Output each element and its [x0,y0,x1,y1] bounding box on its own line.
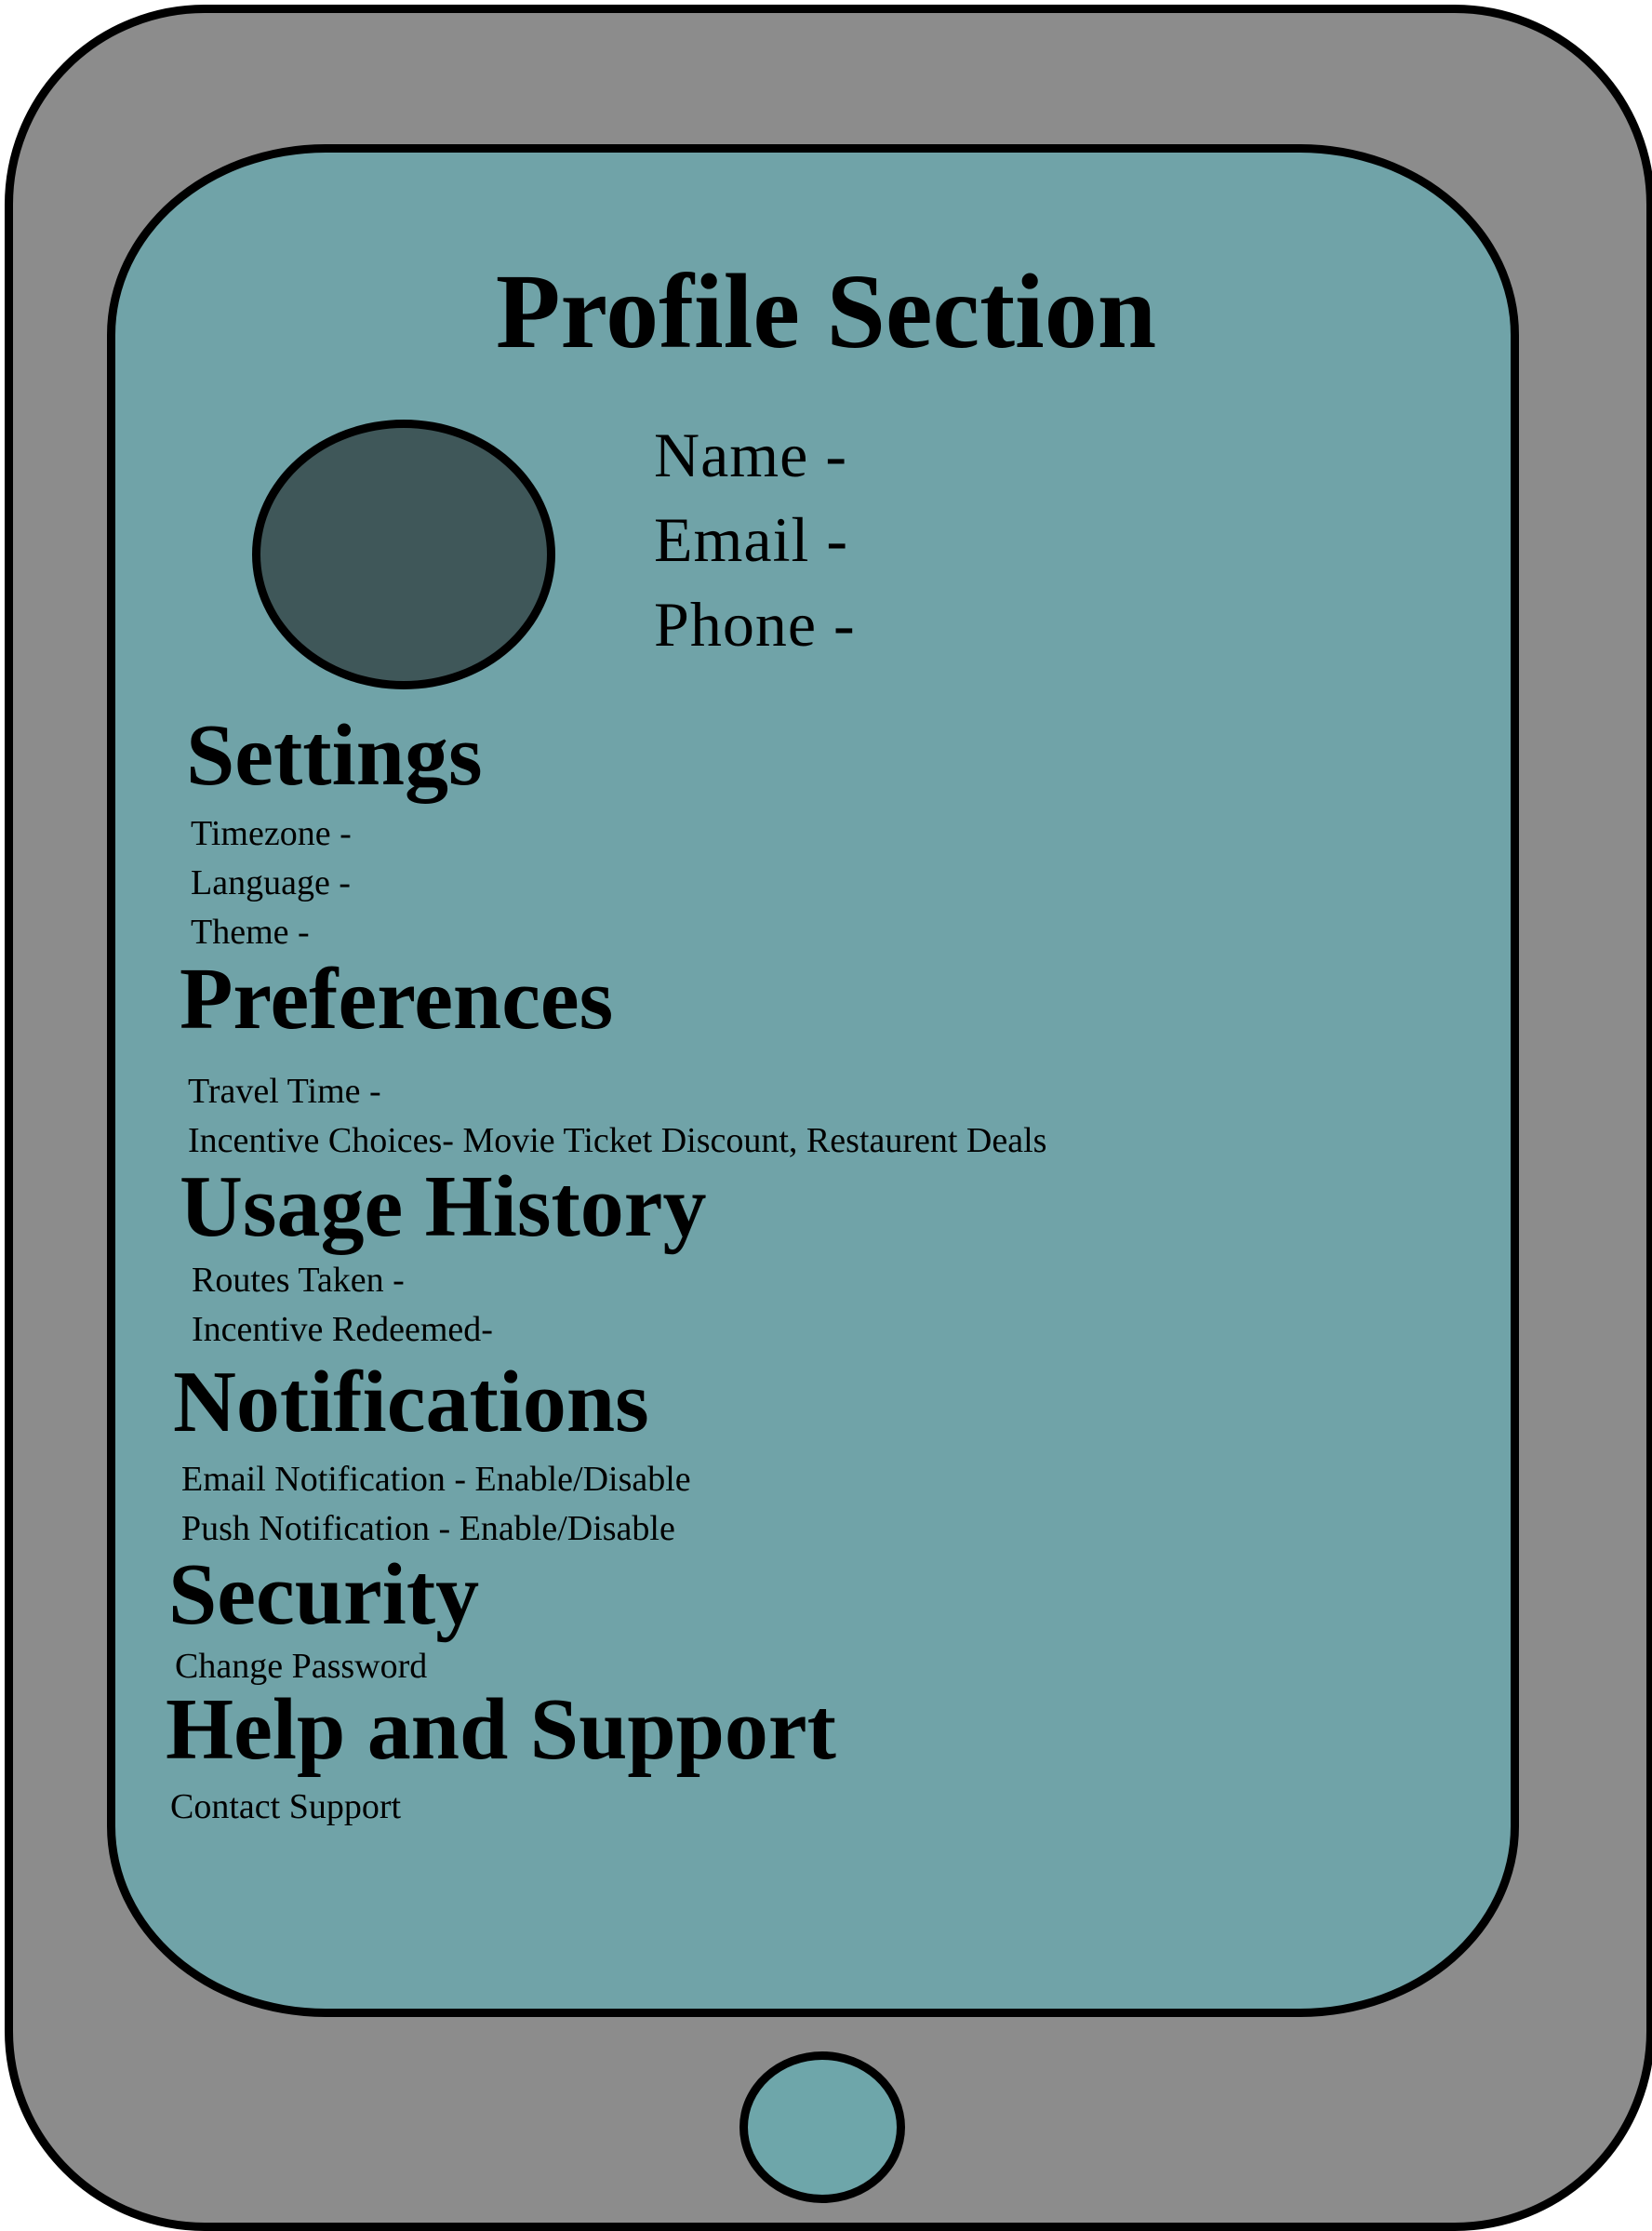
usage-history-heading: Usage History [180,1158,707,1255]
avatar[interactable] [252,420,555,689]
preferences-heading: Preferences [180,951,614,1048]
settings-language[interactable]: Language - [191,865,351,901]
profile-name-label: Name - [654,420,848,490]
security-change-password[interactable]: Change Password [175,1649,427,1684]
notifications-email-toggle[interactable]: Email Notification - Enable/Disable [181,1462,691,1497]
home-button[interactable] [739,2051,905,2203]
settings-timezone[interactable]: Timezone - [191,816,352,851]
preferences-incentive-choices[interactable]: Incentive Choices- Movie Ticket Discount… [188,1123,1046,1158]
notifications-heading: Notifications [173,1354,649,1450]
notifications-push-toggle[interactable]: Push Notification - Enable/Disable [181,1511,675,1546]
settings-theme[interactable]: Theme - [191,915,310,950]
usage-routes-taken[interactable]: Routes Taken - [192,1262,405,1298]
help-support-heading: Help and Support [166,1681,836,1778]
preferences-travel-time[interactable]: Travel Time - [188,1074,381,1109]
settings-heading: Settings [186,707,483,804]
help-contact-support[interactable]: Contact Support [170,1789,401,1824]
profile-email-label: Email - [654,504,849,575]
security-heading: Security [168,1546,480,1643]
profile-phone-label: Phone - [654,589,856,660]
usage-incentive-redeemed[interactable]: Incentive Redeemed- [192,1312,493,1347]
page-title: Profile Section [495,252,1157,370]
